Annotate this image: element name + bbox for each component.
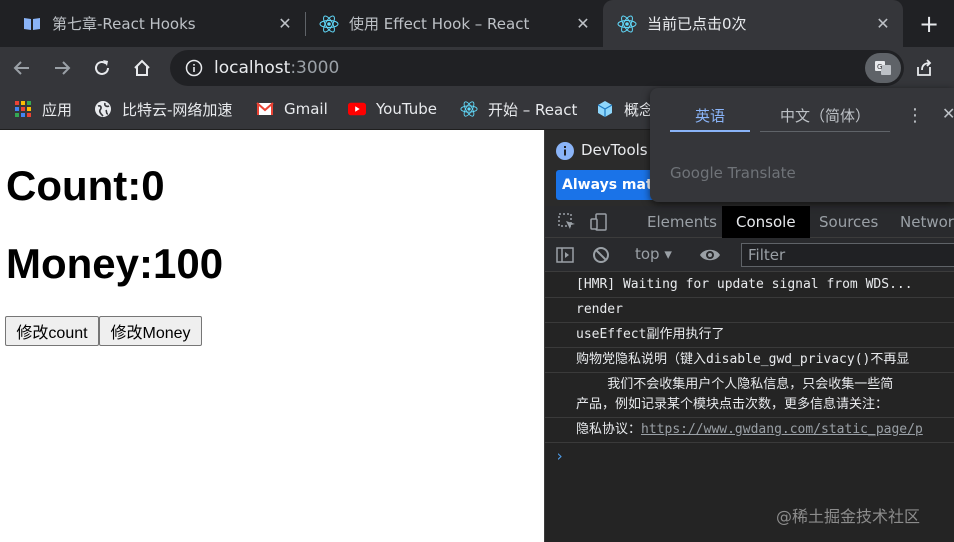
url-host: localhost [214, 58, 291, 78]
tab-react-hooks-chapter[interactable]: 第七章-React Hooks ✕ [0, 0, 305, 47]
clear-console-icon[interactable] [591, 245, 611, 269]
eye-icon[interactable] [699, 246, 721, 268]
console-message: useEffect副作用执行了 [545, 323, 954, 348]
url-text[interactable]: localhost:3000 [214, 58, 339, 78]
console-filter-input[interactable]: Filter [741, 243, 954, 267]
console-toolbar: top ▾ Filter [545, 238, 954, 272]
console-message: render [545, 298, 954, 323]
console-message: 产品，例如记录某个模块点击次数，更多信息请关注： [545, 393, 954, 418]
bookmark-label: Gmail [284, 100, 328, 118]
console-message-text: 我们不会收集用户个人隐私信息，只会收集一些简 [576, 377, 894, 392]
gmail-icon [256, 100, 274, 118]
forward-arrow-icon[interactable] [48, 54, 76, 82]
reload-icon[interactable] [88, 54, 116, 82]
console-prompt-icon[interactable]: › [555, 447, 564, 465]
info-icon [555, 141, 575, 161]
context-selector[interactable]: top ▾ [635, 245, 672, 263]
context-label: top [635, 245, 660, 263]
modify-money-button[interactable]: 修改Money [99, 316, 202, 346]
translate-icon[interactable]: G [865, 53, 901, 83]
bookmark-label: 比特云-网络加速 [122, 100, 233, 119]
watermark: @稀土掘金技术社区 [776, 507, 921, 526]
tab-strip: 第七章-React Hooks ✕ 使用 Effect Hook – React… [0, 0, 954, 47]
console-message: [HMR] Waiting for update signal from WDS… [545, 273, 954, 298]
globe-icon [94, 100, 112, 118]
svg-text:G: G [877, 63, 882, 71]
tab-title: 当前已点击0次 [647, 15, 747, 33]
tab-effect-hook[interactable]: 使用 Effect Hook – React ✕ [305, 0, 603, 47]
translate-lang-english[interactable]: 英语 [670, 100, 750, 132]
bookmark-bitecloud[interactable]: 比特云-网络加速 [94, 97, 232, 121]
chevron-down-icon: ▾ [664, 245, 672, 263]
tab-elements[interactable]: Elements [647, 206, 717, 238]
bookmark-label: YouTube [376, 100, 437, 118]
bookmark-concept[interactable]: 概念 [596, 97, 654, 121]
device-toolbar-icon[interactable] [589, 206, 609, 238]
console-message: 购物党隐私说明（键入disable_gwd_privacy()不再显 [545, 348, 954, 373]
address-bar[interactable]: localhost:3000 [170, 50, 904, 86]
bookmark-youtube[interactable]: YouTube [348, 97, 437, 121]
tab-sources[interactable]: Sources [819, 206, 878, 238]
console-log-list: [HMR] Waiting for update signal from WDS… [545, 273, 954, 443]
site-info-icon[interactable] [184, 58, 204, 78]
privacy-link[interactable]: https://www.gwdang.com/static_page/p [641, 422, 923, 437]
console-message-text: 隐私协议： [576, 422, 642, 437]
back-arrow-icon[interactable] [8, 54, 36, 82]
console-message: 我们不会收集用户个人隐私信息，只会收集一些简 [545, 373, 954, 393]
react-icon [617, 14, 637, 34]
filter-placeholder: Filter [748, 246, 786, 264]
close-icon[interactable]: ✕ [573, 13, 593, 33]
google-translate-brand: Google Translate [670, 164, 796, 182]
new-tab-icon[interactable]: + [914, 10, 944, 38]
browser-toolbar: localhost:3000 G [0, 47, 954, 89]
translate-popup: 英语 中文（简体） ⋮ ✕ Google Translate [650, 88, 954, 202]
inspect-element-icon[interactable] [557, 206, 577, 238]
tab-console[interactable]: Console [722, 206, 810, 238]
tab-network[interactable]: Network [900, 206, 954, 238]
close-icon[interactable]: ✕ [275, 13, 295, 33]
bookmark-gmail[interactable]: Gmail [256, 97, 328, 121]
devtools-tab-bar: Elements Console Sources Network [545, 206, 954, 238]
react-icon [460, 100, 478, 118]
money-heading: Money:100 [6, 240, 224, 287]
tab-current-clicks[interactable]: 当前已点击0次 ✕ [603, 0, 903, 47]
sidebar-toggle-icon[interactable] [555, 245, 575, 269]
bookmark-label: 应用 [42, 100, 73, 119]
more-vert-icon[interactable]: ⋮ [906, 104, 924, 126]
close-icon[interactable]: ✕ [873, 13, 893, 33]
page-viewport: Count:0 Money:100 修改count 修改Money [0, 130, 544, 542]
share-icon[interactable] [910, 54, 938, 82]
bookmark-label: 开始 – React [488, 100, 578, 119]
url-port: :3000 [290, 58, 340, 78]
translate-lang-chinese[interactable]: 中文（简体） [760, 100, 890, 132]
home-icon[interactable] [128, 54, 156, 82]
tab-title: 第七章-React Hooks [52, 15, 196, 33]
count-heading: Count:0 [6, 162, 165, 209]
tab-title: 使用 Effect Hook – React [349, 15, 530, 33]
book-icon [22, 14, 42, 34]
cube-icon [596, 100, 614, 118]
bookmark-react-start[interactable]: 开始 – React [460, 97, 577, 121]
bookmark-apps[interactable]: 应用 [14, 97, 72, 121]
close-icon[interactable]: ✕ [942, 104, 954, 126]
modify-count-button[interactable]: 修改count [5, 316, 99, 346]
apps-grid-icon [14, 100, 32, 118]
react-icon [319, 14, 339, 34]
youtube-icon [348, 100, 366, 118]
console-message: 隐私协议：https://www.gwdang.com/static_page/… [545, 418, 954, 443]
